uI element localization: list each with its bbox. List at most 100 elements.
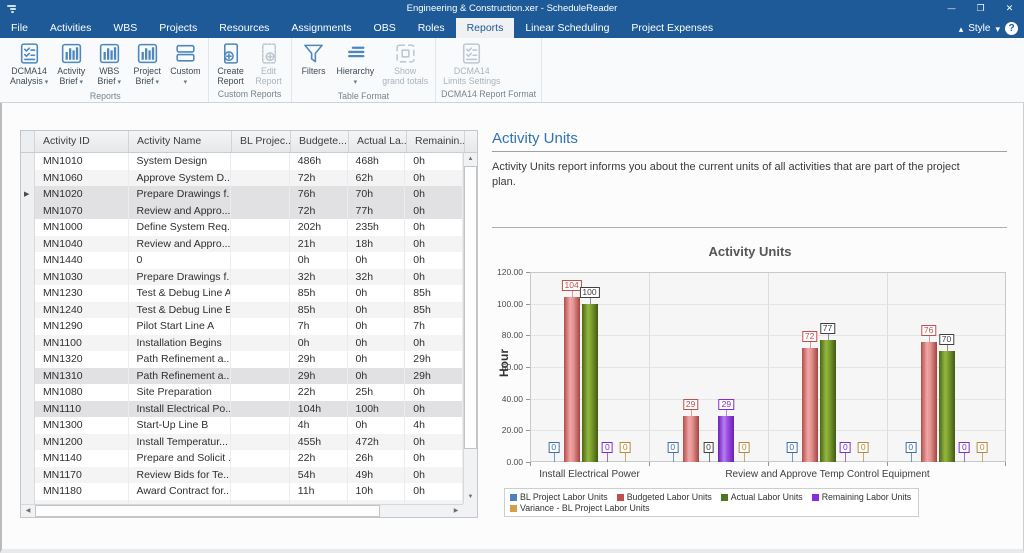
column-header-bl-projec[interactable]: BL Projec... xyxy=(232,131,291,152)
scroll-left-icon[interactable]: ◀ xyxy=(21,505,35,517)
minimize-icon[interactable] xyxy=(937,0,966,18)
table-row[interactable]: MN1100 Installation Begins 0h 0h 0h xyxy=(21,334,463,351)
chevron-down-icon[interactable] xyxy=(995,19,1000,37)
tab-resources[interactable]: Resources xyxy=(208,18,280,38)
tab-project-expenses[interactable]: Project Expenses xyxy=(620,18,724,38)
ribbon-button-create-report[interactable]: Create Report xyxy=(212,40,250,87)
column-header-activity-id[interactable]: Activity ID xyxy=(35,131,129,152)
table-row[interactable]: MN1000 Define System Req... 202h 235h 0h xyxy=(21,219,463,236)
legend-item-variance-bl-project-labor-units: Variance - BL Project Labor Units xyxy=(510,503,650,513)
cell-actual: 472h xyxy=(348,433,406,450)
cell-bl xyxy=(231,202,290,219)
table-row[interactable]: MN1290 Pilot Start Line A 7h 0h 7h xyxy=(21,318,463,335)
style-menu[interactable]: Style xyxy=(968,23,990,34)
divider xyxy=(492,151,1007,152)
tab-assignments[interactable]: Assignments xyxy=(280,18,362,38)
table-row[interactable]: MN1230 Test & Debug Line A 85h 0h 85h xyxy=(21,285,463,302)
gridline xyxy=(887,273,888,461)
cell-name: Install Electrical Po... xyxy=(129,400,232,417)
ribbon-button-project-brief[interactable]: Project Brief ▾ xyxy=(128,40,166,89)
scroll-down-icon[interactable]: ▼ xyxy=(464,491,477,504)
vertical-scroll-thumb[interactable] xyxy=(464,166,477,449)
table-row[interactable]: MN1240 Test & Debug Line B 85h 0h 85h xyxy=(21,301,463,318)
tab-wbs[interactable]: WBS xyxy=(102,18,148,38)
cell-remaining: 0h xyxy=(405,169,463,186)
table-row[interactable]: MN1300 Start-Up Line B 4h 0h 4h xyxy=(21,417,463,434)
table-row[interactable]: MN1140 Prepare and Solicit ... 22h 26h 0h xyxy=(21,450,463,467)
ribbon-button-wbs-brief[interactable]: WBS Brief ▾ xyxy=(90,40,128,89)
y-tick xyxy=(526,303,530,305)
table-row[interactable]: MN1040 Review and Appro... 21h 18h 0h xyxy=(21,235,463,252)
column-header-actual-la[interactable]: Actual La... xyxy=(349,131,407,152)
ribbon-button-label: Report xyxy=(217,76,244,86)
table-row[interactable]: MN1060 Approve System D... 72h 62h 0h xyxy=(21,169,463,186)
ribbon-button-label: Activity xyxy=(57,66,86,76)
ribbon-button-hierarchy[interactable]: Hierarchy ▾ xyxy=(333,40,379,89)
table-row[interactable]: MN1180 Award Contract for... 11h 10h 0h xyxy=(21,483,463,500)
cell-bl xyxy=(231,268,290,285)
cell-name: Review and Appro... xyxy=(129,202,232,219)
table-row[interactable]: MN1070 Review and Appro... 72h 77h 0h xyxy=(21,202,463,219)
table-row[interactable]: MN1030 Prepare Drawings f... 32h 32h 0h xyxy=(21,268,463,285)
ribbon-button-label: Create xyxy=(217,66,244,76)
collapse-ribbon-icon[interactable] xyxy=(959,19,964,37)
tab-activities[interactable]: Activities xyxy=(39,18,102,38)
legend-item-bl-project-labor-units: BL Project Labor Units xyxy=(510,492,608,502)
cell-actual: 70h xyxy=(348,186,406,203)
cell-bl xyxy=(231,483,290,500)
tab-file[interactable]: File xyxy=(0,18,39,38)
bar-label: 29 xyxy=(682,399,699,411)
table-row[interactable]: MN1440 0 0h 0h 0h xyxy=(21,252,463,269)
ribbon-button-dcma14-analysis[interactable]: DCMA14 Analysis ▾ xyxy=(6,40,52,89)
table-row[interactable]: MN1110 Install Electrical Po... 104h 100h 0h xyxy=(21,400,463,417)
legend-label: BL Project Labor Units xyxy=(520,492,608,502)
y-tick xyxy=(526,398,530,400)
column-header-remainin[interactable]: Remainin... xyxy=(407,131,465,152)
row-selector xyxy=(21,483,35,500)
table-row[interactable]: MN1320 Path Refinement a... 29h 0h 29h xyxy=(21,351,463,368)
table-row[interactable]: MN1200 Install Temperatur... 455h 472h 0h xyxy=(21,433,463,450)
cell-id: MN1290 xyxy=(35,318,129,335)
cell-actual: 49h xyxy=(348,466,406,483)
y-tick xyxy=(526,367,530,368)
cell-bl xyxy=(231,252,290,269)
help-icon[interactable]: ? xyxy=(1005,21,1018,35)
ribbon-button-activity-brief[interactable]: Activity Brief ▾ xyxy=(52,40,90,89)
cell-id: MN1310 xyxy=(35,367,129,384)
y-tick-label: 80.00 xyxy=(501,330,523,341)
horizontal-scrollbar[interactable]: ◀ ▶ xyxy=(21,504,463,517)
cell-actual: 26h xyxy=(348,450,406,467)
horizontal-scroll-thumb[interactable] xyxy=(35,505,380,517)
tab-reports[interactable]: Reports xyxy=(455,18,515,38)
tab-obs[interactable]: OBS xyxy=(363,18,407,38)
table-row[interactable]: MN1080 Site Preparation 22h 25h 0h xyxy=(21,384,463,401)
ribbon-button-custom[interactable]: Custom ▾ xyxy=(166,40,204,89)
legend-swatch xyxy=(720,493,728,501)
close-icon[interactable] xyxy=(995,0,1024,18)
ribbon-group-dcma14-report-format: DCMA14 Limits Settings DCMA14 Report Forma… xyxy=(436,38,543,102)
table-row[interactable]: MN1170 Review Bids for Te... 54h 49h 0h xyxy=(21,466,463,483)
scroll-up-icon[interactable]: ▲ xyxy=(464,153,477,166)
tab-roles[interactable]: Roles xyxy=(407,18,456,38)
table-row[interactable]: ▶ MN1020 Prepare Drawings f... 76h 70h 0h xyxy=(21,186,463,203)
column-header-budgete[interactable]: Budgete... xyxy=(291,131,349,152)
tab-linear-scheduling[interactable]: Linear Scheduling xyxy=(514,18,620,38)
restore-icon[interactable] xyxy=(966,0,995,18)
column-header-activity-name[interactable]: Activity Name xyxy=(129,131,232,152)
table-row[interactable]: MN1310 Path Refinement a... 29h 0h 29h xyxy=(21,367,463,384)
cell-id: MN1030 xyxy=(35,268,129,285)
cell-bl xyxy=(231,466,290,483)
table-row[interactable]: MN1010 System Design 486h 468h 0h xyxy=(21,153,463,170)
row-selector xyxy=(21,466,35,483)
bar-label: 0 xyxy=(703,442,714,453)
tab-projects[interactable]: Projects xyxy=(148,18,208,38)
bar-label: 77 xyxy=(819,323,836,335)
legend-swatch xyxy=(616,493,624,501)
row-selector xyxy=(21,351,35,368)
scroll-right-icon[interactable]: ▶ xyxy=(449,505,463,517)
cell-remaining: 0h xyxy=(405,153,463,170)
divider xyxy=(492,227,1007,228)
ribbon-button-filters[interactable]: Filters xyxy=(295,40,333,77)
vertical-scrollbar[interactable]: ▲ ▼ xyxy=(463,153,477,504)
ribbon-button-label: WBS xyxy=(99,66,120,76)
